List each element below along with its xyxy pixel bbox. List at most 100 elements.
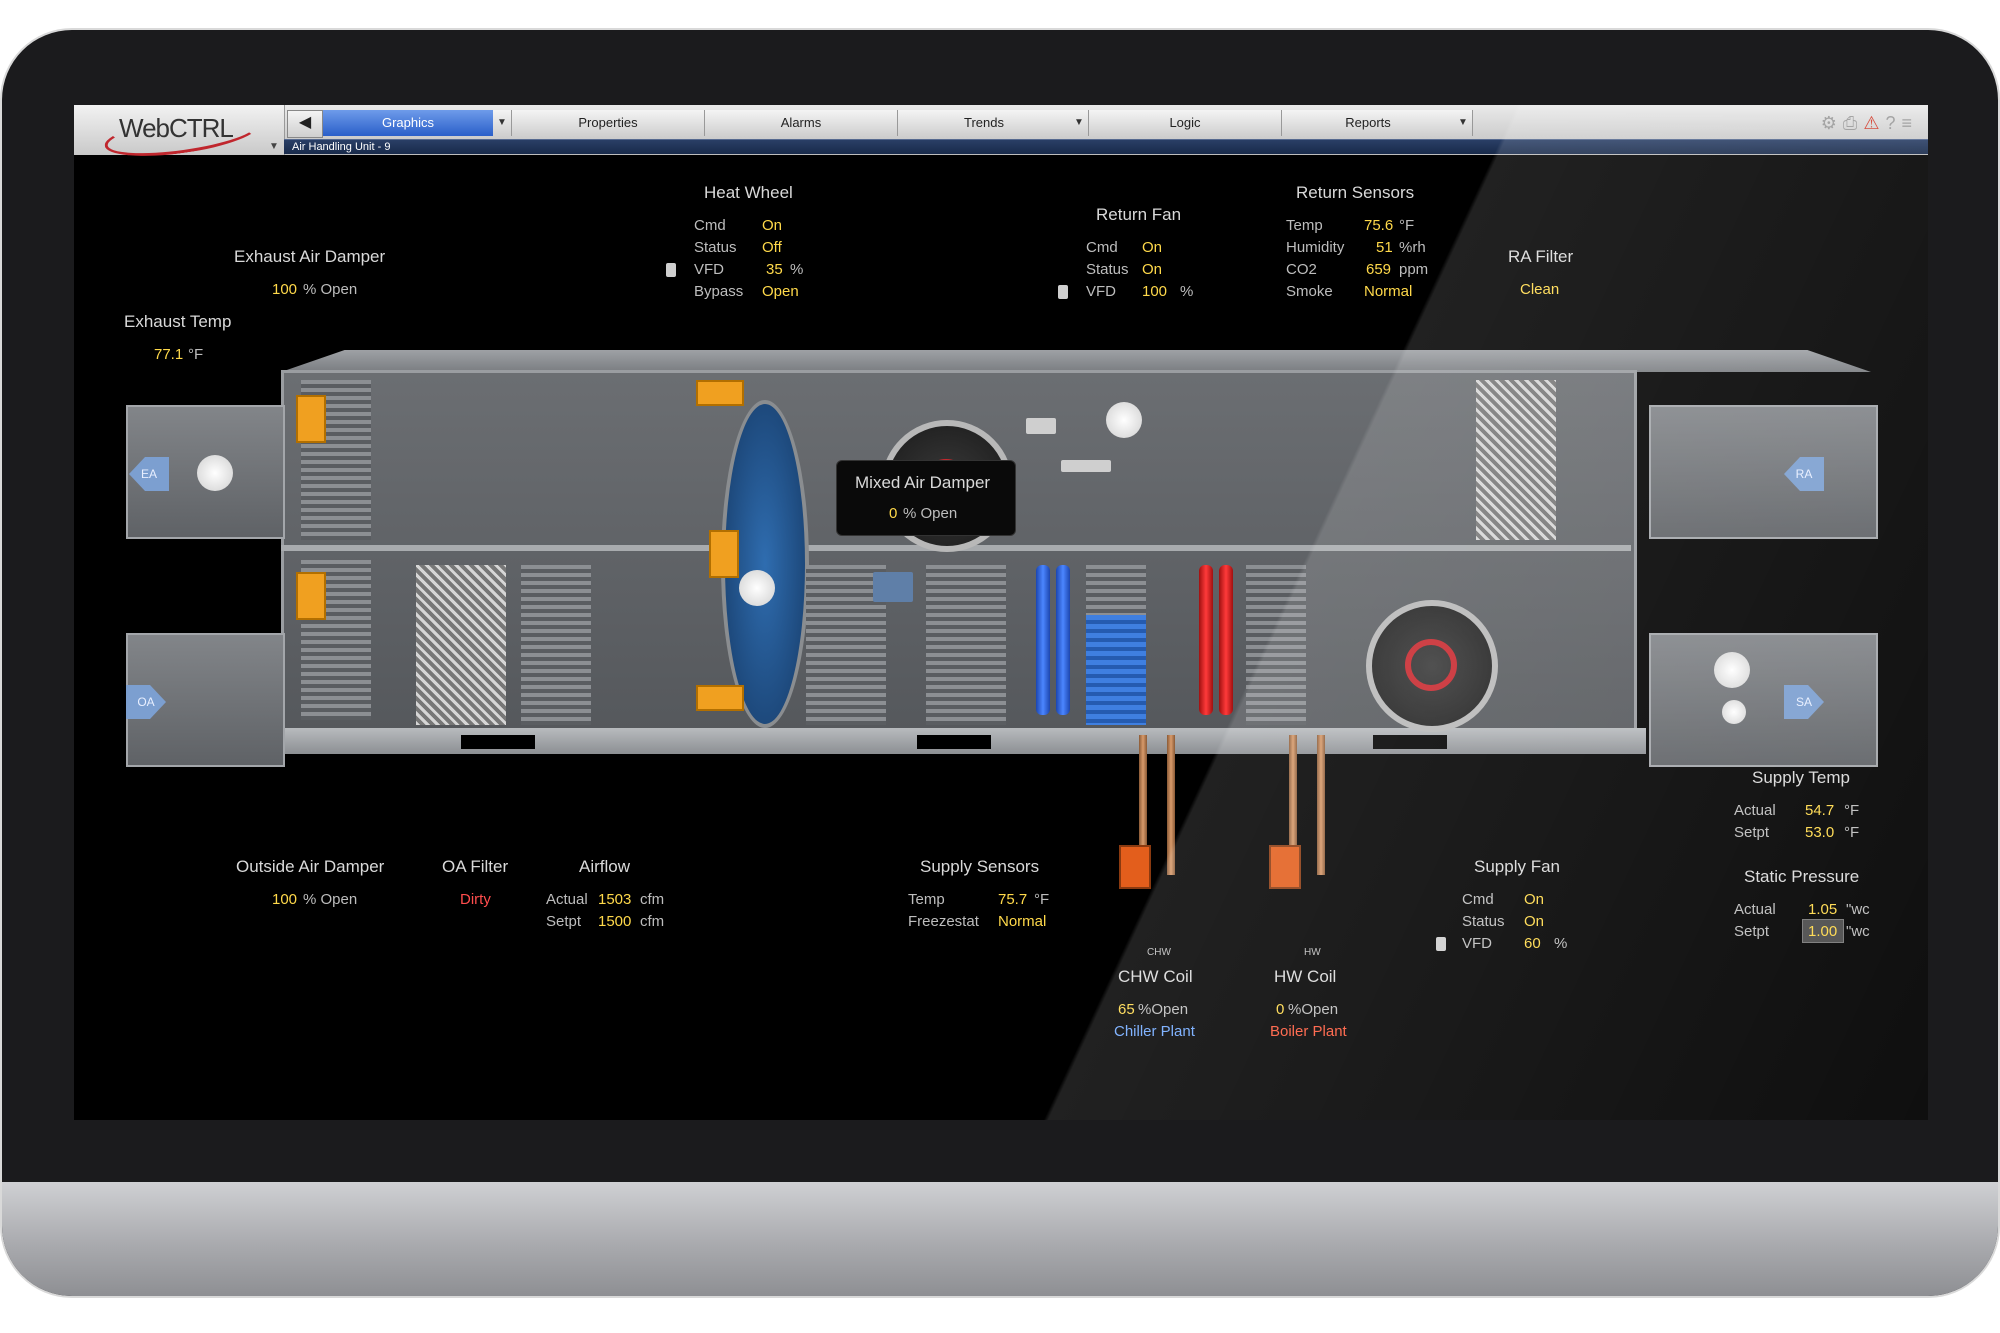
vfd-icon[interactable] <box>1058 285 1068 299</box>
freezestat-box[interactable] <box>873 572 913 602</box>
heat-wheel-cmd-value[interactable]: On <box>762 217 782 234</box>
return-sensor-round[interactable] <box>1106 402 1142 438</box>
supply-temp-actual-value[interactable]: 54.7 <box>1805 802 1834 819</box>
supply-fan-status-value[interactable]: On <box>1524 913 1544 930</box>
return-temp-label: Temp <box>1286 217 1323 234</box>
heat-wheel-bypass-value[interactable]: Open <box>762 283 799 300</box>
breadcrumb-text[interactable]: Air Handling Unit - 9 <box>292 140 390 154</box>
alarm-warning-icon[interactable]: ⚠ <box>1863 113 1885 133</box>
supply-temp-actual-unit: °F <box>1844 802 1860 819</box>
outside-damper-actuator[interactable] <box>296 572 326 620</box>
freezestat-value[interactable]: Normal <box>998 913 1046 930</box>
wheel-damper-actuator-bottom[interactable] <box>696 685 744 711</box>
static-pressure-setpt-label: Setpt <box>1734 923 1770 940</box>
heat-wheel-status-value[interactable]: Off <box>762 239 782 256</box>
return-co2-label: CO2 <box>1286 261 1317 278</box>
supply-sensor-round[interactable] <box>739 570 775 606</box>
webctrl-logo[interactable]: WebCTRL ▼ <box>74 105 285 164</box>
return-fan-status-value[interactable]: On <box>1142 261 1162 278</box>
heat-wheel-cmd-label: Cmd <box>694 217 726 234</box>
return-sensor-bar[interactable] <box>1061 460 1111 472</box>
mixed-air-damper-title: Mixed Air Damper <box>855 473 991 492</box>
static-pressure-setpt-value[interactable]: 1.00 <box>1808 923 1837 940</box>
supply-sensor-temp-value[interactable]: 75.7 <box>998 891 1027 908</box>
ra-filter-value[interactable]: Clean <box>1520 281 1559 298</box>
exhaust-air-damper-value[interactable]: 100 <box>272 281 297 298</box>
top-toolbar: WebCTRL ▼ ◀ Graphics ▼ Properties Alarms… <box>74 105 1928 164</box>
return-temp-unit: °F <box>1399 217 1415 234</box>
return-humidity-unit: %rh <box>1399 239 1426 256</box>
supply-fan-graphic[interactable] <box>1366 600 1498 732</box>
ahu-graphic <box>271 350 1871 754</box>
supply-fan-cmd-label: Cmd <box>1462 891 1494 908</box>
mixed-air-damper-panel[interactable]: Mixed Air Damper 0 % Open <box>836 460 1016 536</box>
exhaust-air-damper-unit: % Open <box>303 281 358 298</box>
return-fan-cmd-value[interactable]: On <box>1142 239 1162 256</box>
back-arrow-icon[interactable]: ◀ <box>287 110 323 138</box>
static-pressure-actual-value[interactable]: 1.05 <box>1808 901 1837 918</box>
exhaust-temp-value[interactable]: 77.1 <box>154 346 183 363</box>
tab-reports[interactable]: Reports <box>1282 110 1455 136</box>
chevron-down-icon[interactable]: ▼ <box>269 141 279 152</box>
return-fan-cmd-label: Cmd <box>1086 239 1118 256</box>
chevron-down-icon[interactable]: ▼ <box>493 110 512 136</box>
return-sensor-box[interactable] <box>1026 418 1056 434</box>
mixed-air-damper-actuator[interactable] <box>709 530 739 578</box>
oa-filter-value[interactable]: Dirty <box>460 891 491 908</box>
vfd-icon[interactable] <box>1436 937 1446 951</box>
return-temp-value[interactable]: 75.6 <box>1364 217 1393 234</box>
exhaust-temp-sensor[interactable] <box>197 455 233 491</box>
heat-wheel-bypass-label: Bypass <box>694 283 744 300</box>
return-fan-vfd-value[interactable]: 100 <box>1142 283 1167 300</box>
hw-coil-unit: %Open <box>1288 1001 1339 1018</box>
airflow-setpt-label: Setpt <box>546 913 582 930</box>
tab-alarms[interactable]: Alarms <box>705 110 898 136</box>
hw-coil-header-left <box>1199 565 1213 715</box>
supply-duct <box>1649 633 1878 767</box>
print-icon[interactable]: ⎙ <box>1843 113 1863 133</box>
supply-temp-setpt-value[interactable]: 53.0 <box>1805 824 1834 841</box>
heat-wheel-vfd-value[interactable]: 35 <box>766 261 783 278</box>
chw-coil-value[interactable]: 65 <box>1118 1001 1135 1018</box>
menu-icon[interactable]: ≡ <box>1901 113 1918 133</box>
wheel-damper-actuator-top[interactable] <box>696 380 744 406</box>
airflow-setpt-unit: cfm <box>640 913 665 930</box>
heat-wheel-vfd-label: VFD <box>694 261 724 278</box>
hw-coil-fins[interactable] <box>1246 565 1306 725</box>
return-co2-value[interactable]: 659 <box>1366 261 1391 278</box>
exhaust-air-damper-title: Exhaust Air Damper <box>234 247 386 266</box>
return-humidity-value[interactable]: 51 <box>1376 239 1393 256</box>
equipment-icon[interactable]: ⚙ <box>1821 113 1843 133</box>
hw-valve-actuator[interactable] <box>1269 845 1301 889</box>
ra-filter-graphic[interactable] <box>1476 380 1556 540</box>
tab-logic[interactable]: Logic <box>1089 110 1282 136</box>
tab-graphics[interactable]: Graphics <box>323 110 494 136</box>
chevron-down-icon[interactable]: ▼ <box>1070 110 1089 136</box>
hw-coil-value[interactable]: 0 <box>1276 1001 1284 1018</box>
outside-air-damper-unit: % Open <box>303 891 358 908</box>
supply-fan-vfd-value[interactable]: 60 <box>1524 935 1541 952</box>
oa-filter-graphic[interactable] <box>416 565 506 725</box>
heat-wheel-status-label: Status <box>694 239 737 256</box>
static-pressure-sensor[interactable] <box>1722 700 1746 724</box>
airflow-actual-value[interactable]: 1503 <box>598 891 631 908</box>
boiler-plant-link[interactable]: Boiler Plant <box>1270 1023 1347 1040</box>
chevron-down-icon[interactable]: ▼ <box>1454 110 1473 136</box>
toolbar-icons: ⚙⎙⚠?≡ <box>1821 113 1918 134</box>
chw-valve-actuator[interactable] <box>1119 845 1151 889</box>
return-smoke-value[interactable]: Normal <box>1364 283 1412 300</box>
exhaust-damper-actuator[interactable] <box>296 395 326 443</box>
chw-coil-fins[interactable] <box>1086 615 1146 725</box>
supply-temp-sensor[interactable] <box>1714 652 1750 688</box>
outside-air-damper-value[interactable]: 100 <box>272 891 297 908</box>
monitor-chin <box>2 1182 1998 1296</box>
chw-return-pipe <box>1167 735 1175 875</box>
tab-trends[interactable]: Trends <box>898 110 1071 136</box>
return-fan-title: Return Fan <box>1096 205 1182 224</box>
vfd-icon[interactable] <box>666 263 676 277</box>
supply-fan-cmd-value[interactable]: On <box>1524 891 1544 908</box>
airflow-setpt-value[interactable]: 1500 <box>598 913 631 930</box>
help-icon[interactable]: ? <box>1885 113 1901 133</box>
chiller-plant-link[interactable]: Chiller Plant <box>1114 1023 1195 1040</box>
tab-properties[interactable]: Properties <box>512 110 705 136</box>
